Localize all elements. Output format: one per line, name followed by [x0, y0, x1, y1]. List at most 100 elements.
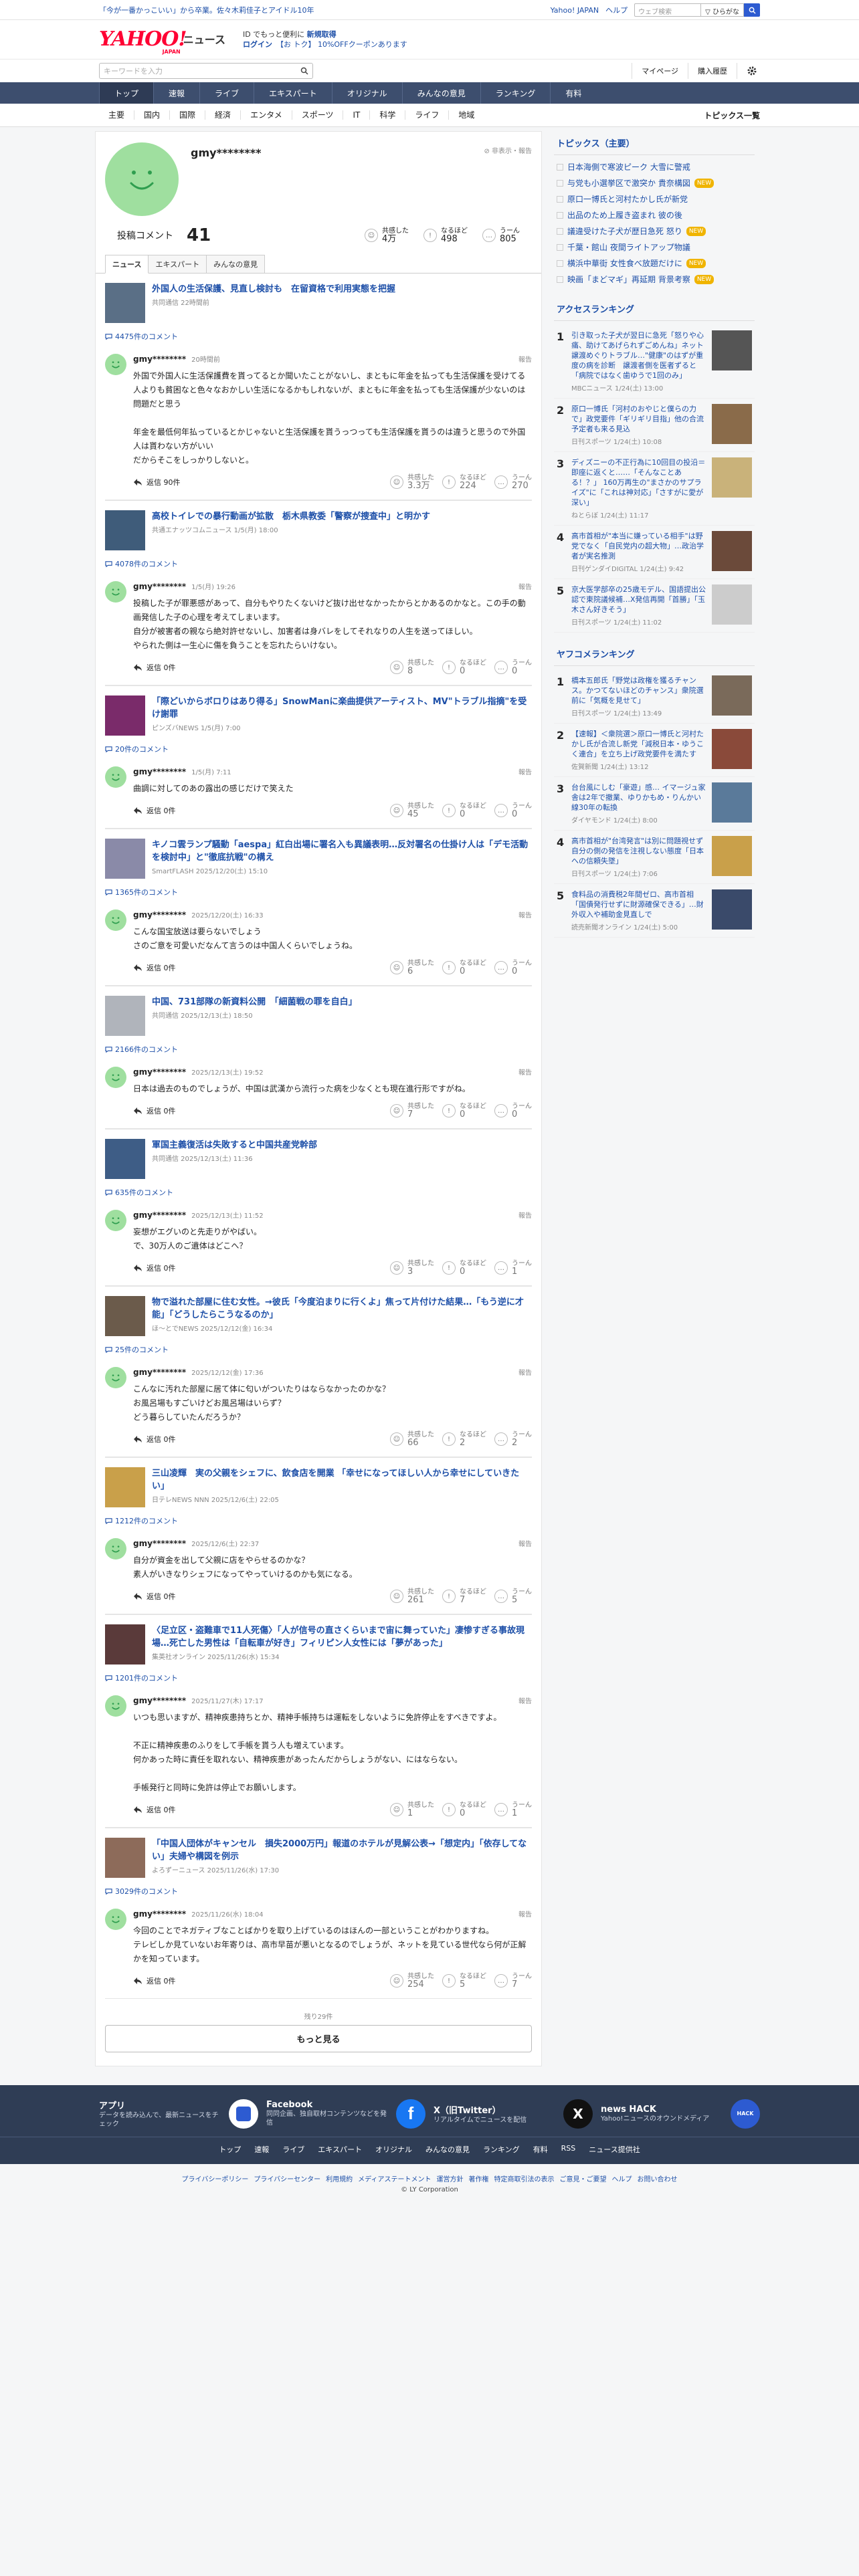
- reply-button[interactable]: 返信 0件: [133, 805, 176, 816]
- topic-item[interactable]: 千葉・館山 夜間ライトアップ物議: [554, 239, 755, 255]
- report-link[interactable]: 報告: [518, 1695, 532, 1705]
- reaction-understand-button[interactable]: ! なるほど 0: [442, 960, 486, 976]
- help-link[interactable]: ヘルプ: [605, 5, 628, 15]
- comment-ranking-item[interactable]: 2 【速報】＜衆院選＞原口一博氏と河村たかし氏が合流し新党「減税日本・ゆうこく連合…: [554, 724, 755, 777]
- footer-nav-item[interactable]: トップ: [212, 2144, 248, 2155]
- legal-link[interactable]: プライバシーポリシー: [182, 2176, 249, 2183]
- article-title[interactable]: 「中国人団体がキャンセル 損失2000万円」報道のホテルが見解公表→「想定内」「…: [152, 1838, 532, 1863]
- register-link[interactable]: 新規取得: [307, 30, 337, 39]
- reaction-understand-button[interactable]: ! なるほど 2: [442, 1431, 486, 1447]
- reaction-hmm-button[interactable]: … うーん 1: [494, 1260, 532, 1276]
- mypage-button[interactable]: マイページ: [632, 63, 688, 79]
- web-search-input[interactable]: ウェブ検索: [634, 3, 702, 17]
- access-ranking-item[interactable]: 4 高市首相が"本当に嫌っている相手"は野党でなく「自民党内の超大物」…政治学者が…: [554, 526, 755, 579]
- legal-link[interactable]: ご意見・ご要望: [559, 2176, 606, 2183]
- article-link[interactable]: キノコ雲ランプ騒動「aespa」紅白出場に署名入も異議表明…反対署名の仕掛け人は…: [105, 829, 532, 884]
- cat-entertainment[interactable]: エンタメ: [241, 110, 292, 120]
- comment-ranking-item[interactable]: 4 高市首相が"台湾発言"は別に問題視せず自分の側の発信を注視しない態度「日本への…: [554, 831, 755, 884]
- app-promo-1[interactable]: アプリ データを読み込んで、最新ニュースをチェック: [99, 2099, 258, 2129]
- app-promo-2[interactable]: Facebook 同同企画、独自取材コンテンツなどを発信 f: [266, 2099, 425, 2129]
- reply-button[interactable]: 返信 90件: [133, 477, 181, 488]
- access-ranking-item[interactable]: 1 引き取った子犬が翌日に急死「怒りや心痛、助けてあげられずごめんね」ネット譲渡め…: [554, 325, 755, 399]
- hide-report-link[interactable]: ⊘ 非表示・報告: [484, 145, 532, 155]
- article-link[interactable]: 物で溢れた部屋に住む女性。→彼氏「今度泊まりに行くよ」焦って片付けた結果…「もう…: [105, 1286, 532, 1341]
- reaction-understand-button[interactable]: ! なるほど 5: [442, 1973, 486, 1989]
- article-title[interactable]: 軍国主義復活は失敗すると中国共産党幹部: [152, 1139, 317, 1152]
- gnav-flash[interactable]: 速報: [153, 82, 199, 104]
- report-link[interactable]: 報告: [518, 1210, 532, 1220]
- reaction-hmm-button[interactable]: … うーん 0: [494, 659, 532, 675]
- comment-ranking-item[interactable]: 1 橋本五郎氏「野党は政権を獲るチャンス。かつてないほどのチャンス」衆院選前に「気…: [554, 670, 755, 724]
- comment-count-link[interactable]: 1201件のコメント: [105, 1670, 532, 1689]
- footer-nav-item[interactable]: エキスパート: [311, 2144, 369, 2155]
- article-title[interactable]: キノコ雲ランプ騒動「aespa」紅白出場に署名入も異議表明…反対署名の仕掛け人は…: [152, 839, 532, 864]
- reaction-empathy-button[interactable]: ☺ 共感した 3.3万: [390, 474, 434, 490]
- reaction-understand-button[interactable]: ! なるほど 7: [442, 1588, 486, 1604]
- cat-it[interactable]: IT: [343, 110, 371, 120]
- article-link[interactable]: 三山凌輝 実の父親をシェフに、飲食店を開業 「幸せになってほしい人から幸せにして…: [105, 1457, 532, 1513]
- article-title[interactable]: 外国人の生活保護、見直し検討も 在留資格で利用実態を把握: [152, 283, 395, 296]
- reaction-empathy-button[interactable]: ☺ 共感した 6: [390, 960, 434, 976]
- yahoo-japan-link[interactable]: Yahoo! JAPAN: [551, 6, 599, 15]
- gnav-live[interactable]: ライブ: [199, 82, 254, 104]
- reply-button[interactable]: 返信 0件: [133, 1105, 176, 1116]
- footer-nav-item[interactable]: みんなの意見: [419, 2144, 476, 2155]
- reaction-hmm-button[interactable]: … うーん 2: [494, 1431, 532, 1447]
- footer-nav-item[interactable]: 速報: [248, 2144, 276, 2155]
- search-icon[interactable]: [300, 67, 308, 75]
- cat-main[interactable]: 主要: [99, 110, 135, 120]
- article-link[interactable]: 「際どいからボロりはあり得る」SnowManに楽曲提供アーティスト、MV"トラブ…: [105, 685, 532, 741]
- report-link[interactable]: 報告: [518, 766, 532, 776]
- reaction-empathy-button[interactable]: ☺ 共感した 7: [390, 1103, 434, 1119]
- footer-nav-item[interactable]: RSS: [555, 2144, 583, 2155]
- reaction-empathy-button[interactable]: ☺ 共感した 254: [390, 1973, 434, 1989]
- reply-button[interactable]: 返信 0件: [133, 1263, 176, 1273]
- topic-item[interactable]: 映画「まどマギ」再延期 背景考察 NEW: [554, 272, 755, 288]
- settings-button[interactable]: [744, 63, 760, 79]
- web-search-button[interactable]: [744, 3, 760, 17]
- reaction-hmm-button[interactable]: … うーん 270: [494, 474, 532, 490]
- footer-nav-item[interactable]: ランキング: [476, 2144, 527, 2155]
- reaction-empathy-button[interactable]: ☺ 共感した 45: [390, 802, 434, 819]
- legal-link[interactable]: 運営方針: [436, 2176, 463, 2183]
- reaction-understand-button[interactable]: ! なるほど 0: [442, 1103, 486, 1119]
- report-link[interactable]: 報告: [518, 1909, 532, 1919]
- gnav-original[interactable]: オリジナル: [331, 82, 402, 104]
- comment-count-link[interactable]: 4475件のコメント: [105, 328, 532, 347]
- article-link[interactable]: 高校トイレでの暴行動画が拡散 栃木県教委「警察が捜査中」と明かす 共通エナッツコム…: [105, 500, 532, 556]
- yahoo-news-logo[interactable]: YAHOO! JAPAN ニュース: [99, 29, 225, 56]
- reaction-understand-button[interactable]: ! なるほど 0: [442, 659, 486, 675]
- article-title[interactable]: 中国、731部隊の新資料公開 「細菌戦の罪を自白」: [152, 996, 357, 1008]
- news-search-input[interactable]: キーワードを入力: [99, 63, 313, 79]
- topic-item[interactable]: 横浜中華街 女性食べ放題だけに NEW: [554, 255, 755, 272]
- cat-domestic[interactable]: 国内: [134, 110, 171, 120]
- app-promo-3[interactable]: X（旧Twitter） リアルタイムでニュースを配信 X: [434, 2099, 593, 2129]
- cat-world[interactable]: 国際: [170, 110, 206, 120]
- gnav-opinion[interactable]: みんなの意見: [401, 82, 480, 104]
- reply-button[interactable]: 返信 0件: [133, 1975, 176, 1986]
- report-link[interactable]: 報告: [518, 1367, 532, 1377]
- topic-item[interactable]: 日本海側で寒波ピーク 大雪に警戒: [554, 159, 755, 175]
- access-ranking-item[interactable]: 5 京大医学部卒の25歳モデル、国語提出公認で東院議候補…X発信再開「首勝」「玉木…: [554, 579, 755, 633]
- reaction-empathy-button[interactable]: ☺ 共感した 8: [390, 659, 434, 675]
- reaction-understand-button[interactable]: ! なるほど 224: [442, 474, 486, 490]
- cat-economy[interactable]: 経済: [205, 110, 242, 120]
- comment-count-link[interactable]: 4078件のコメント: [105, 556, 532, 574]
- reaction-hmm-button[interactable]: … うーん 7: [494, 1973, 532, 1989]
- topic-item[interactable]: 出品のため上履き盗まれ 彼の後: [554, 207, 755, 223]
- tab-expert[interactable]: エキスパート: [148, 255, 207, 273]
- legal-link[interactable]: メディアステートメント: [358, 2176, 431, 2183]
- gnav-expert[interactable]: エキスパート: [254, 82, 332, 104]
- comment-count-link[interactable]: 635件のコメント: [105, 1184, 532, 1203]
- report-link[interactable]: 報告: [518, 1067, 532, 1077]
- comment-ranking-item[interactable]: 3 台台風にしむ「豪遊」感… イマージュ家舎は2年で撤業、ゆりかもめ・りんかい線3…: [554, 777, 755, 831]
- reaction-empathy-button[interactable]: ☺ 共感した 1: [390, 1802, 434, 1818]
- cat-science[interactable]: 科学: [370, 110, 406, 120]
- login-link[interactable]: ログイン: [243, 40, 272, 49]
- reaction-hmm-button[interactable]: … うーん 0: [494, 802, 532, 819]
- comment-ranking-item[interactable]: 5 食料品の消費税2年間ゼロ、高市首相「国債発行せずに財源確保できる」…財外収入や…: [554, 884, 755, 938]
- reaction-understand-button[interactable]: ! なるほど 0: [442, 1260, 486, 1276]
- reply-button[interactable]: 返信 0件: [133, 662, 176, 673]
- cat-local[interactable]: 地域: [449, 110, 484, 120]
- footer-nav-item[interactable]: 有料: [527, 2144, 555, 2155]
